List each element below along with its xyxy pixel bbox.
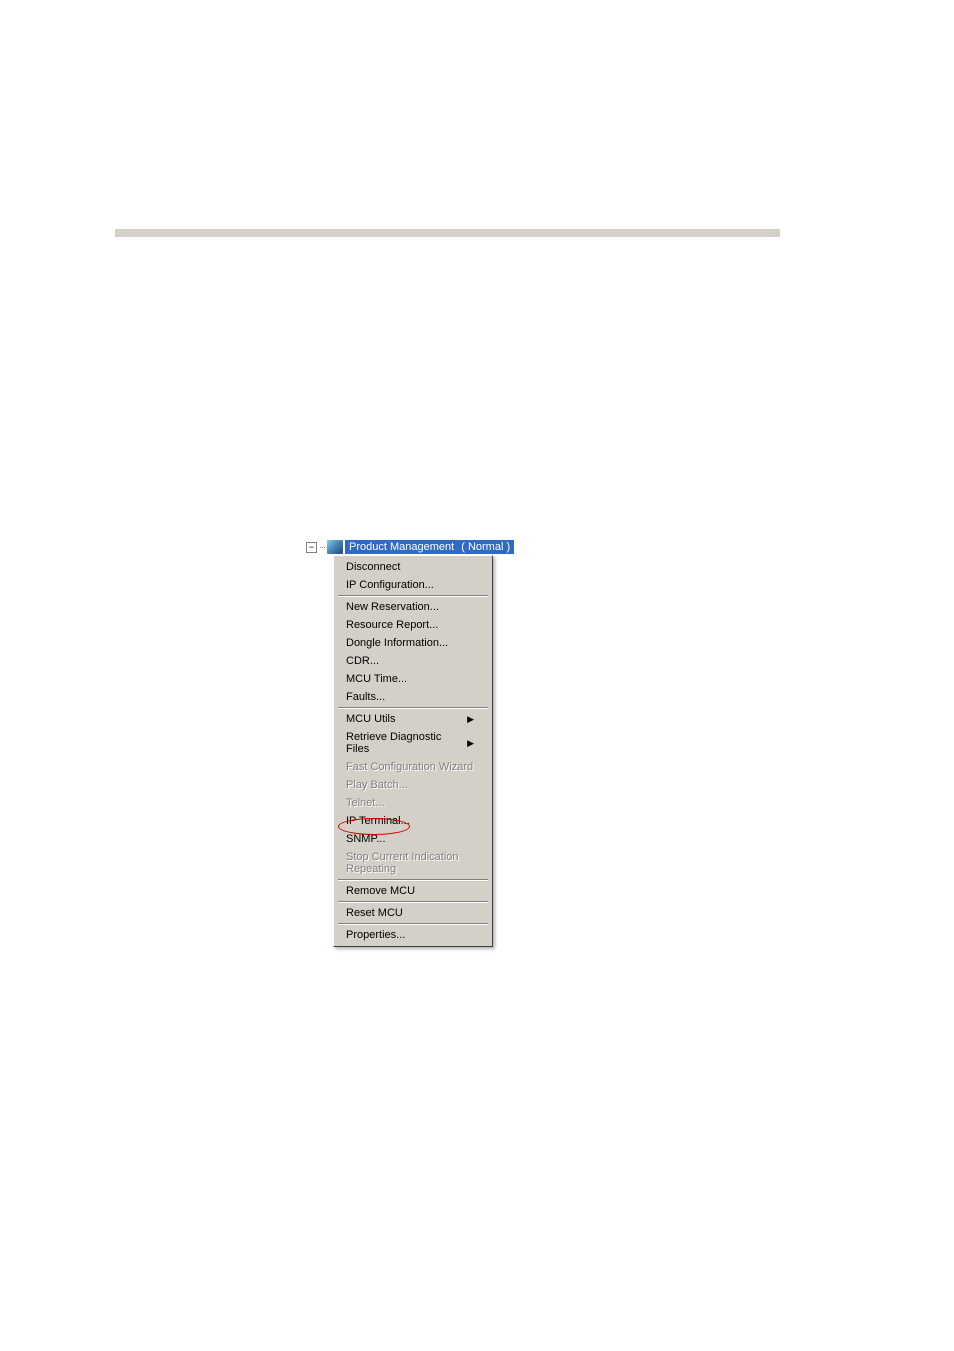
menu-disconnect[interactable]: Disconnect <box>336 558 490 576</box>
tree-status-text: ( Normal ) <box>461 541 510 553</box>
menu-faults[interactable]: Faults... <box>336 688 490 706</box>
menu-separator <box>338 901 488 903</box>
menu-mcu-time[interactable]: MCU Time... <box>336 670 490 688</box>
menu-retrieve-diagnostic-label: Retrieve Diagnostic Files <box>346 731 467 755</box>
menu-new-reservation[interactable]: New Reservation... <box>336 598 490 616</box>
menu-separator <box>338 707 488 709</box>
tree-expander-icon[interactable]: − <box>306 542 317 553</box>
mcu-icon <box>327 540 343 554</box>
menu-snmp[interactable]: SNMP... <box>336 830 490 848</box>
tree-node-label[interactable]: Product Management ( Normal ) <box>345 540 514 554</box>
menu-mcu-utils-label: MCU Utils <box>346 713 396 725</box>
menu-reset-mcu[interactable]: Reset MCU <box>336 904 490 922</box>
menu-retrieve-diagnostic[interactable]: Retrieve Diagnostic Files ▶ <box>336 728 490 758</box>
tree-node-row[interactable]: − ··· Product Management ( Normal ) <box>306 540 514 554</box>
menu-stop-indication: Stop Current Indication Repeating <box>336 848 490 878</box>
menu-remove-mcu[interactable]: Remove MCU <box>336 882 490 900</box>
menu-separator <box>338 879 488 881</box>
tree-connector: ··· <box>319 542 325 552</box>
menu-ip-configuration[interactable]: IP Configuration... <box>336 576 490 594</box>
menu-dongle-information[interactable]: Dongle Information... <box>336 634 490 652</box>
menu-mcu-utils[interactable]: MCU Utils ▶ <box>336 710 490 728</box>
submenu-arrow-icon: ▶ <box>467 738 474 749</box>
menu-separator <box>338 923 488 925</box>
menu-properties[interactable]: Properties... <box>336 926 490 944</box>
menu-cdr[interactable]: CDR... <box>336 652 490 670</box>
grey-bar <box>115 229 780 237</box>
menu-area: − ··· Product Management ( Normal ) Disc… <box>306 540 514 554</box>
menu-ip-terminal[interactable]: IP Terminal... <box>336 812 490 830</box>
menu-play-batch: Play Batch... <box>336 776 490 794</box>
menu-fast-config-wizard: Fast Configuration Wizard <box>336 758 490 776</box>
submenu-arrow-icon: ▶ <box>467 714 474 725</box>
menu-resource-report[interactable]: Resource Report... <box>336 616 490 634</box>
tree-label-text: Product Management <box>349 541 454 553</box>
menu-telnet: Telnet... <box>336 794 490 812</box>
menu-separator <box>338 595 488 597</box>
context-menu: Disconnect IP Configuration... New Reser… <box>333 555 493 947</box>
